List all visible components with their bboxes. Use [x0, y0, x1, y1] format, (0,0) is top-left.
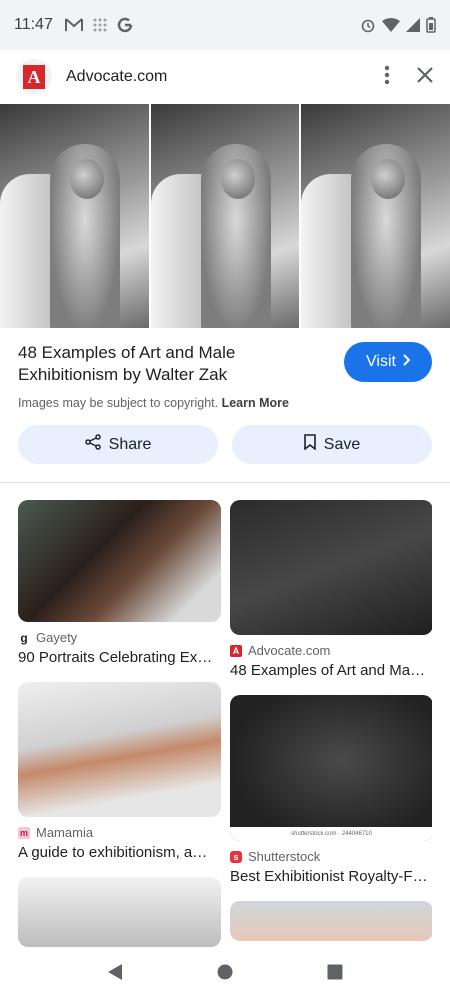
related-column-left: g Gayety 90 Portraits Celebrating Ex… m …: [18, 500, 221, 948]
system-nav-bar: [0, 948, 450, 1000]
preview-image-panel: [0, 104, 149, 328]
home-icon[interactable]: [217, 964, 233, 985]
action-row: Share Save: [18, 425, 432, 464]
wifi-icon: [382, 18, 400, 32]
share-label: Share: [108, 435, 152, 453]
google-icon: [117, 17, 133, 33]
visit-label: Visit: [366, 353, 396, 370]
shutterstock-watermark: shutterstock.com · 244046710: [230, 827, 432, 841]
copyright-text: Images may be subject to copyright.: [18, 396, 219, 410]
save-button[interactable]: Save: [232, 425, 432, 464]
visit-button[interactable]: Visit: [344, 342, 432, 382]
share-button[interactable]: Share: [18, 425, 218, 464]
related-card[interactable]: g Gayety 90 Portraits Celebrating Ex…: [18, 500, 221, 666]
preview-image-panel: [299, 104, 450, 328]
related-source: Mamamia: [36, 825, 94, 840]
related-column-right: A Advocate.com 48 Examples of Art and Ma…: [230, 500, 432, 948]
chevron-right-icon: [402, 353, 411, 371]
save-label: Save: [323, 435, 361, 453]
related-image[interactable]: [18, 500, 221, 622]
related-card[interactable]: m Mamamia A guide to exhibitionism, a…: [18, 682, 221, 861]
related-source: Gayety: [36, 630, 78, 645]
copyright-notice: Images may be subject to copyright. Lear…: [18, 396, 432, 410]
preview-image-panel: [148, 104, 300, 328]
preview-image[interactable]: [0, 104, 450, 328]
signal-icon: [406, 18, 420, 32]
close-icon[interactable]: [416, 66, 434, 89]
site-name[interactable]: Advocate.com: [66, 68, 167, 86]
related-card[interactable]: [18, 877, 221, 947]
related-title[interactable]: 48 Examples of Art and Ma…: [230, 662, 432, 679]
related-title[interactable]: A guide to exhibitionism, a…: [18, 844, 221, 861]
related-image[interactable]: [18, 877, 221, 947]
recents-icon[interactable]: [327, 964, 343, 985]
related-images-grid: g Gayety 90 Portraits Celebrating Ex… m …: [18, 500, 432, 948]
related-image[interactable]: [230, 500, 432, 635]
related-title[interactable]: 90 Portraits Celebrating Ex…: [18, 649, 221, 666]
related-image[interactable]: [230, 901, 432, 941]
site-logo[interactable]: A: [16, 59, 52, 95]
alarm-icon: [360, 17, 376, 33]
back-icon[interactable]: [107, 963, 123, 986]
related-card[interactable]: shutterstock.com · 244046710 s Shutterst…: [230, 695, 432, 885]
advocate-icon: A: [230, 644, 242, 657]
divider: [0, 482, 450, 483]
learn-more-link[interactable]: Learn More: [222, 396, 289, 410]
more-vert-icon[interactable]: [384, 65, 390, 90]
gayety-icon: g: [20, 630, 28, 645]
related-card[interactable]: [230, 901, 432, 941]
related-source: Advocate.com: [248, 643, 331, 658]
status-time: 11:47: [14, 16, 53, 33]
mamamia-icon: m: [18, 826, 30, 839]
related-card[interactable]: A Advocate.com 48 Examples of Art and Ma…: [230, 500, 432, 679]
related-image[interactable]: shutterstock.com · 244046710: [230, 695, 432, 841]
share-icon: [84, 434, 101, 455]
gmail-icon: [64, 18, 83, 32]
result-title: 48 Examples of Art and Male Exhibitionis…: [18, 343, 236, 384]
bookmark-icon: [303, 434, 316, 455]
related-image[interactable]: [18, 682, 221, 817]
shutterstock-icon: s: [230, 850, 242, 863]
battery-icon: [426, 17, 436, 33]
related-source: Shutterstock: [248, 849, 321, 864]
site-header: A Advocate.com: [0, 50, 450, 104]
result-info: 48 Examples of Art and Male Exhibitionis…: [18, 342, 432, 410]
advocate-logo-icon: A: [23, 65, 45, 89]
grid-dots-icon: [93, 18, 107, 32]
related-title[interactable]: Best Exhibitionist Royalty-F…: [230, 868, 432, 885]
status-bar: 11:47: [0, 0, 450, 50]
